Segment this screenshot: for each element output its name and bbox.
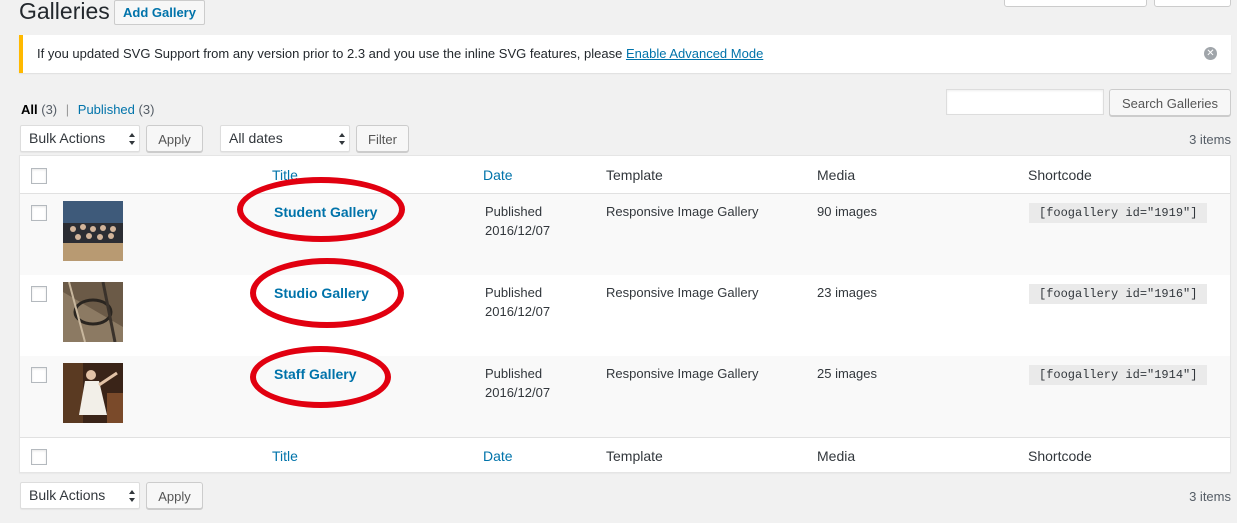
shortcode-value[interactable]: [foogallery id="1914"] <box>1029 365 1208 385</box>
gallery-title-link[interactable]: Staff Gallery <box>274 366 356 382</box>
page-title: Galleries <box>19 0 110 24</box>
media-count: 90 images <box>817 204 877 219</box>
table-row: Student Gallery Published 2016/12/07 Res… <box>20 177 1230 275</box>
select-all-checkbox-bottom[interactable] <box>31 449 47 465</box>
date-value: 2016/12/07 <box>485 223 551 238</box>
apply-button-bottom[interactable]: Apply <box>146 482 203 509</box>
template-value: Responsive Image Gallery <box>606 366 759 381</box>
column-shortcode-header: Shortcode <box>1028 167 1092 183</box>
galleries-table: Title Date Template Media Shortcode Stud… <box>19 155 1231 473</box>
date-filter-select[interactable]: All dates <box>220 125 350 152</box>
table-header: Title Date Template Media Shortcode <box>20 156 1230 194</box>
bulk-actions-select-bottom[interactable]: Bulk Actions <box>20 482 140 509</box>
bulk-actions-select-top[interactable]: Bulk Actions <box>20 125 140 152</box>
view-published-label[interactable]: Published <box>78 102 135 117</box>
row-checkbox[interactable] <box>31 286 47 302</box>
column-date-header[interactable]: Date <box>483 167 513 183</box>
table-row: Studio Gallery Published 2016/12/07 Resp… <box>20 258 1230 356</box>
date-value: 2016/12/07 <box>485 304 551 319</box>
date-value: 2016/12/07 <box>485 385 551 400</box>
select-arrows-icon <box>339 133 345 145</box>
column-title-footer[interactable]: Title <box>272 448 298 464</box>
date-status: Published <box>485 204 543 219</box>
table-row: Staff Gallery Published 2016/12/07 Respo… <box>20 346 1230 437</box>
template-value: Responsive Image Gallery <box>606 285 759 300</box>
media-count: 25 images <box>817 366 877 381</box>
dismiss-icon[interactable]: ✕ <box>1204 47 1217 60</box>
view-separator: | <box>65 102 70 117</box>
add-gallery-button[interactable]: Add Gallery <box>114 0 205 25</box>
items-count-bottom: 3 items <box>1189 489 1231 504</box>
column-date-footer[interactable]: Date <box>483 448 513 464</box>
admin-notice: If you updated SVG Support from any vers… <box>19 35 1231 73</box>
select-all-checkbox[interactable] <box>31 168 47 184</box>
gallery-thumbnail[interactable] <box>63 363 123 423</box>
row-checkbox[interactable] <box>31 205 47 221</box>
notice-text: If you updated SVG Support from any vers… <box>37 46 626 61</box>
bulk-actions-value: Bulk Actions <box>29 487 106 503</box>
filter-button[interactable]: Filter <box>356 125 409 152</box>
search-input[interactable] <box>946 89 1104 115</box>
table-footer: Title Date Template Media Shortcode <box>20 437 1230 475</box>
template-value: Responsive Image Gallery <box>606 204 759 219</box>
gallery-thumbnail[interactable] <box>63 282 123 342</box>
column-template-header: Template <box>606 167 663 183</box>
column-template-footer: Template <box>606 448 663 464</box>
screen-options-button[interactable] <box>1004 0 1147 7</box>
column-media-header: Media <box>817 167 856 183</box>
date-status: Published <box>485 366 543 381</box>
column-title-header[interactable]: Title <box>272 167 298 183</box>
bulk-actions-value: Bulk Actions <box>29 130 106 146</box>
status-views: All (3) | Published (3) <box>21 102 154 117</box>
view-all-label[interactable]: All <box>21 102 38 117</box>
view-published-count: (3) <box>138 102 155 117</box>
shortcode-value[interactable]: [foogallery id="1919"] <box>1029 203 1208 223</box>
date-filter-value: All dates <box>229 130 283 146</box>
gallery-thumbnail[interactable] <box>63 201 123 261</box>
apply-button-top[interactable]: Apply <box>146 125 203 152</box>
column-shortcode-footer: Shortcode <box>1028 448 1092 464</box>
row-checkbox[interactable] <box>31 367 47 383</box>
items-count-top: 3 items <box>1189 132 1231 147</box>
select-arrows-icon <box>129 133 135 145</box>
gallery-title-link[interactable]: Student Gallery <box>274 204 377 220</box>
enable-advanced-mode-link[interactable]: Enable Advanced Mode <box>626 46 763 61</box>
notice-message: If you updated SVG Support from any vers… <box>37 46 763 61</box>
search-galleries-button[interactable]: Search Galleries <box>1109 89 1231 116</box>
column-media-footer: Media <box>817 448 856 464</box>
view-all-count: (3) <box>41 102 58 117</box>
select-arrows-icon <box>129 490 135 502</box>
shortcode-value[interactable]: [foogallery id="1916"] <box>1029 284 1208 304</box>
help-button[interactable] <box>1154 0 1231 7</box>
gallery-title-link[interactable]: Studio Gallery <box>274 285 369 301</box>
media-count: 23 images <box>817 285 877 300</box>
date-status: Published <box>485 285 543 300</box>
